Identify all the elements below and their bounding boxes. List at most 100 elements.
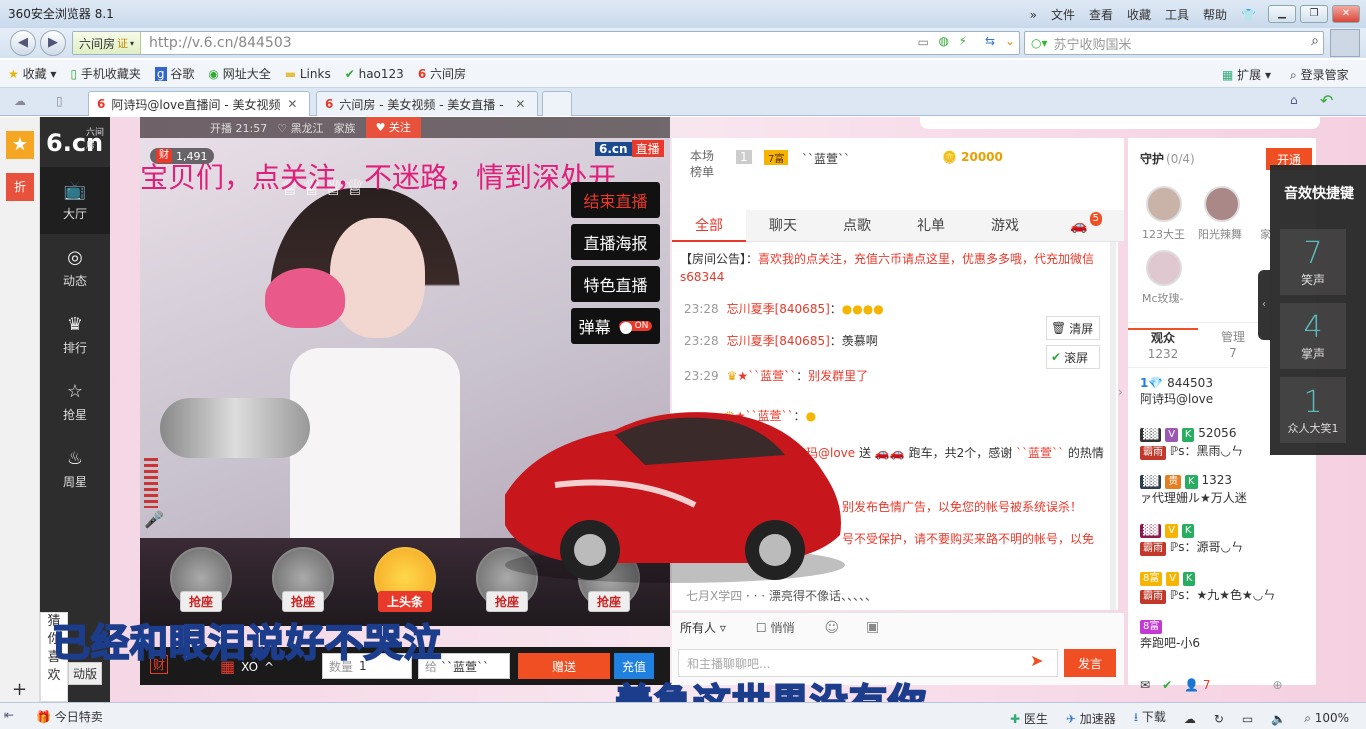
refresh-shield-icon[interactable]: ◍ — [939, 34, 949, 48]
nav-weekly-star[interactable]: ♨ 周星 — [40, 435, 110, 502]
menu-favorites[interactable]: 收藏 — [1127, 6, 1151, 23]
shirt-icon[interactable]: 👕 — [1241, 8, 1256, 22]
sidebar-toggle-icon[interactable]: ⇤ — [4, 708, 14, 722]
zoom-control[interactable]: ⌕ 100% — [1304, 711, 1349, 726]
menu-help[interactable]: 帮助 — [1203, 6, 1227, 23]
send-button[interactable]: 发言 — [1064, 649, 1116, 677]
back-button[interactable]: ◀ — [10, 30, 36, 56]
guard-member-name[interactable]: 阳光辣舞 — [1198, 226, 1242, 242]
send-gift-button[interactable]: 赠送 — [518, 653, 610, 679]
avatar[interactable] — [1204, 186, 1240, 222]
danmu-switch[interactable]: ON — [618, 321, 653, 334]
tab-games[interactable]: 游戏 — [968, 210, 1042, 242]
bookmark-hao123[interactable]: ✔ hao123 — [345, 67, 404, 81]
more-icon[interactable]: » — [1030, 8, 1037, 22]
list-item[interactable]: 1💎 844503 阿诗玛@love — [1140, 376, 1213, 407]
download-button[interactable]: ⭳ 下载 — [1134, 708, 1166, 729]
favorite-star-icon[interactable]: ★ — [6, 131, 34, 159]
search-input[interactable]: 苏宁收购国米 — [1054, 34, 1132, 53]
new-tab-button[interactable] — [542, 91, 572, 116]
tab-audience[interactable]: 观众 1232 — [1128, 328, 1198, 362]
close-icon[interactable]: ✕ — [287, 97, 297, 111]
live-poster-button[interactable]: 直播海报 — [571, 224, 660, 260]
home-icon[interactable]: ⌂ — [1290, 93, 1298, 107]
menu-file[interactable]: 文件 — [1051, 6, 1075, 23]
headline-seat[interactable]: 上头条 — [370, 547, 440, 617]
lightning-icon[interactable]: ⚡ — [959, 34, 967, 48]
collapse-arrow-icon[interactable]: › — [1118, 385, 1123, 399]
scroll-lock-button[interactable]: ✔ 滚屏 — [1046, 345, 1100, 369]
nav-ranking[interactable]: ♛ 排行 — [40, 301, 110, 368]
cloud-icon[interactable]: ☁ — [14, 94, 26, 108]
site-label[interactable]: 六间房 证 ▾ — [73, 32, 142, 54]
search-icon[interactable]: ⌕ — [1311, 33, 1319, 49]
login-manager-button[interactable]: ⌕ 登录管家 — [1290, 66, 1349, 83]
avatar[interactable] — [1146, 250, 1182, 286]
sound-applause[interactable]: 4 掌声 — [1280, 303, 1346, 369]
guard-member-name[interactable]: Mc玫瑰- — [1142, 290, 1184, 306]
bookmark-google[interactable]: g 谷歌 — [154, 65, 194, 82]
discount-button[interactable]: 折 — [6, 173, 34, 201]
list-item[interactable]: ▓▓ V K 霸雨 ℙs：源哥◡ㄣ — [1140, 522, 1243, 556]
list-item[interactable]: ▓▓ V K 52056 霸雨 ℙs：黑雨◡ㄣ — [1140, 426, 1243, 460]
send-arrow-icon[interactable]: ➤ — [1030, 651, 1043, 670]
address-bar[interactable]: 六间房 证 ▾ http://v.6.cn/844503 ▭ ◍ ⚡ ⇆ ⌄ — [72, 31, 1020, 55]
message-user[interactable]: ``蓝萱`` — [748, 369, 796, 383]
guard-member-name[interactable]: 123大王 — [1142, 226, 1185, 242]
mail-icon[interactable]: ✉ — [1140, 678, 1150, 692]
avatar[interactable] — [1330, 29, 1360, 57]
minimize-button[interactable]: ▁ — [1268, 5, 1296, 23]
sound-laugh[interactable]: 7 笑声 — [1280, 229, 1346, 295]
seat-1[interactable]: 抢座 — [166, 547, 236, 617]
nav-grab-star[interactable]: ☆ 抢星 — [40, 368, 110, 435]
message-user[interactable]: 忘川夏季[840685] — [727, 334, 830, 348]
url-text[interactable]: http://v.6.cn/844503 — [149, 35, 292, 51]
emoji-picker-icon[interactable]: ☺ — [824, 620, 839, 636]
extensions-button[interactable]: ▦ 扩展 ▾ — [1222, 66, 1271, 83]
close-window-button[interactable]: ✕ — [1332, 5, 1360, 23]
list-item[interactable]: ▓▓ 贵 K 1323 ァ代理姗ル★万人迷 — [1140, 473, 1247, 506]
tab-chat[interactable]: 聊天 — [746, 210, 820, 242]
tab-songs[interactable]: 点歌 — [820, 210, 894, 242]
follow-button[interactable]: ♥ 关注 — [365, 117, 421, 138]
message-user[interactable]: 忘川夏季[840685] — [727, 302, 830, 316]
compat-icon[interactable]: ⇆ — [985, 34, 995, 48]
phone-tab-icon[interactable]: ▯ — [56, 94, 63, 108]
screenshot-icon[interactable]: ▭ — [918, 35, 929, 49]
sound-crowd-laugh[interactable]: 1 众人大笑1 — [1280, 377, 1346, 443]
maximize-button[interactable]: ❐ — [1300, 5, 1328, 23]
end-live-button[interactable]: 结束直播 — [571, 182, 660, 218]
bookmark-sites[interactable]: ◉ 网址大全 — [208, 65, 270, 82]
nav-hall[interactable]: 📺 大厅 — [40, 167, 110, 234]
clear-screen-button[interactable]: 🗑 清屏 — [1046, 316, 1100, 340]
tab-gifts[interactable]: 礼单 — [894, 210, 968, 242]
tab-all[interactable]: 全部 — [672, 209, 746, 242]
refresh-icon[interactable]: ↻ — [1214, 712, 1224, 726]
list-item[interactable]: 8富 奔跑吧-小6 — [1140, 618, 1200, 651]
nav-feed[interactable]: ◎ 动态 — [40, 234, 110, 301]
tab-6cn-home[interactable]: 6 六间房 - 美女视频 - 美女直播 - ✕ — [316, 91, 538, 116]
doctor-button[interactable]: ✚ 医生 — [1010, 710, 1048, 727]
collapse-panel-handle[interactable]: ‹ — [1258, 270, 1270, 340]
recipient-select[interactable]: 所有人 ▿ — [680, 619, 726, 636]
cloud-sync-icon[interactable]: ☁ — [1184, 712, 1196, 726]
seat-2[interactable]: 抢座 — [268, 547, 338, 617]
menu-view[interactable]: 查看 — [1089, 6, 1113, 23]
daily-deals-button[interactable]: 🎁 今日特卖 — [36, 708, 103, 725]
image-icon[interactable]: ▣ — [866, 619, 879, 635]
avatar[interactable] — [1146, 186, 1182, 222]
window-icon[interactable]: ▭ — [1242, 712, 1253, 726]
close-icon[interactable]: ✕ — [515, 97, 525, 111]
person-icon[interactable]: 👤 7 — [1184, 678, 1210, 692]
bookmark-mobile[interactable]: ▯ 手机收藏夹 — [70, 65, 140, 82]
mic-icon[interactable]: 🎤 — [144, 510, 164, 529]
address-dropdown-icon[interactable]: ⌄ — [1005, 34, 1015, 48]
forward-button[interactable]: ▶ — [40, 30, 66, 56]
bookmark-links[interactable]: ▬ Links — [285, 67, 331, 81]
gift-sender[interactable]: ``蓝萱`` — [1016, 446, 1064, 460]
menu-tools[interactable]: 工具 — [1165, 6, 1189, 23]
danmu-toggle[interactable]: 弹幕 ON — [571, 308, 660, 344]
tab-live-room[interactable]: 6 阿诗玛@love直播间 - 美女视频 ✕ — [88, 91, 310, 116]
bookmark-6cn[interactable]: 6 六间房 — [418, 65, 466, 82]
add-icon[interactable]: + — [12, 679, 27, 700]
